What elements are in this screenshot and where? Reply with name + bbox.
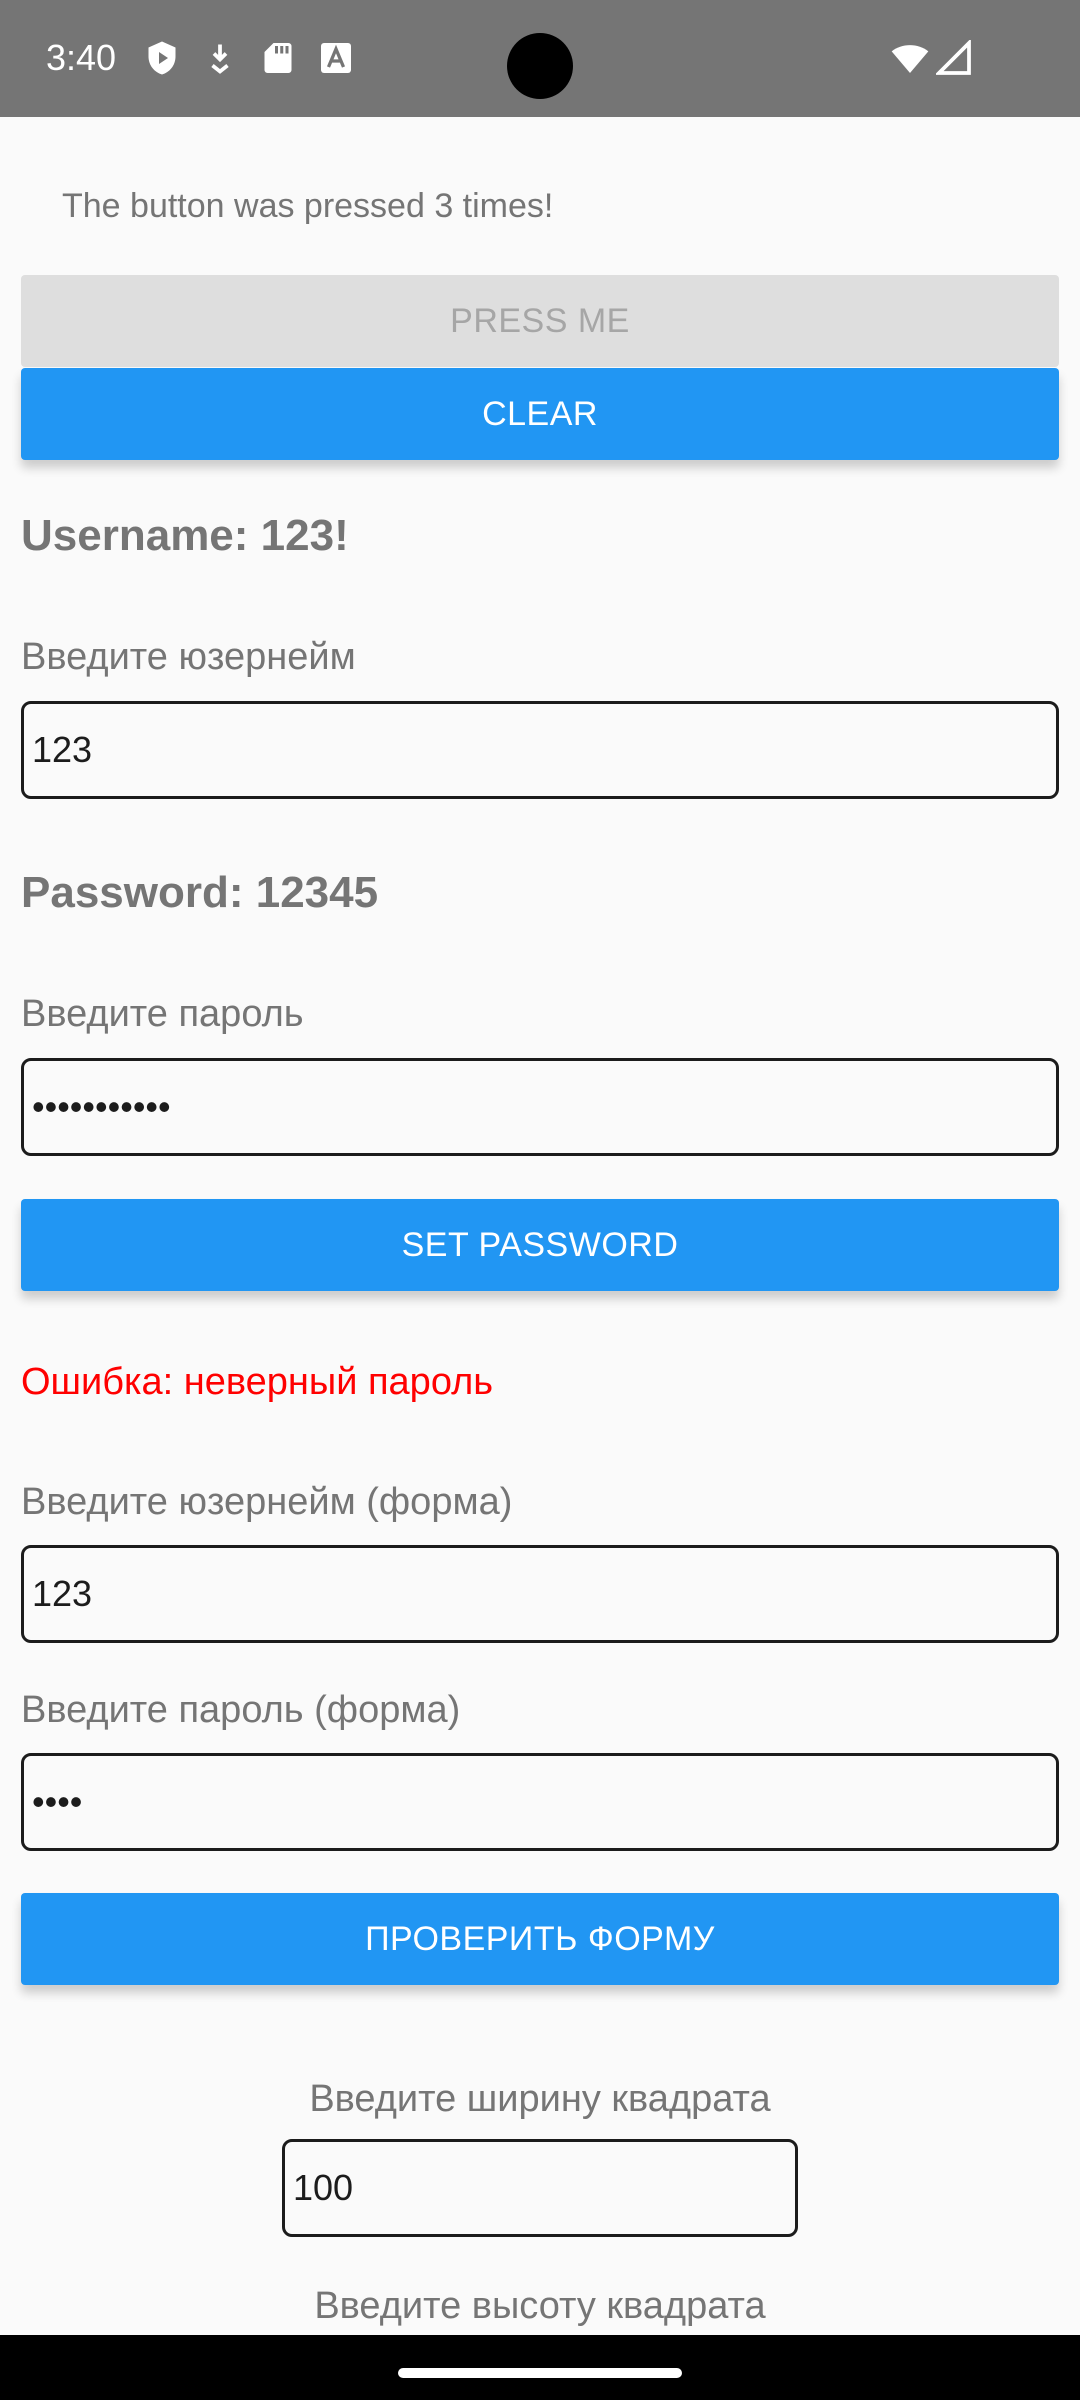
square-width-label: Введите ширину квадрата — [309, 2078, 771, 2120]
username-label: Введите юзернейм — [21, 636, 356, 678]
error-message: Ошибка: неверный пароль — [21, 1361, 494, 1403]
username-heading: Username: 123! — [21, 511, 349, 560]
password-input[interactable] — [21, 1058, 1059, 1156]
sd-card-icon — [264, 43, 292, 73]
main-content: The button was pressed 3 times! PRESS ME… — [0, 117, 1080, 2335]
check-form-button[interactable]: ПРОВЕРИТЬ ФОРМУ — [21, 1893, 1059, 1985]
username-input[interactable] — [21, 701, 1059, 799]
square-height-label: Введите высоту квадрата — [314, 2285, 766, 2327]
front-camera — [507, 33, 573, 99]
form-username-input[interactable] — [21, 1545, 1059, 1643]
navigation-bar — [0, 2335, 1080, 2400]
password-label: Введите пароль — [21, 993, 304, 1035]
download-icon — [211, 44, 229, 74]
press-me-button[interactable]: PRESS ME — [21, 275, 1059, 367]
font-a-icon — [321, 43, 351, 73]
home-gesture-handle[interactable] — [398, 2368, 682, 2378]
form-password-input[interactable] — [21, 1753, 1059, 1851]
wifi-icon — [891, 45, 929, 73]
signal-icon — [936, 40, 971, 75]
status-time: 3:40 — [46, 37, 117, 78]
form-password-label: Введите пароль (форма) — [21, 1689, 461, 1731]
form-username-label: Введите юзернейм (форма) — [21, 1481, 513, 1523]
play-protect-icon — [148, 41, 176, 75]
set-password-button[interactable]: SET PASSWORD — [21, 1199, 1059, 1291]
password-heading: Password: 12345 — [21, 868, 379, 917]
press-counter-text: The button was pressed 3 times! — [62, 187, 554, 225]
square-width-input[interactable] — [282, 2139, 798, 2237]
status-bar: 3:40 — [0, 0, 1080, 117]
clear-button[interactable]: CLEAR — [21, 368, 1059, 460]
